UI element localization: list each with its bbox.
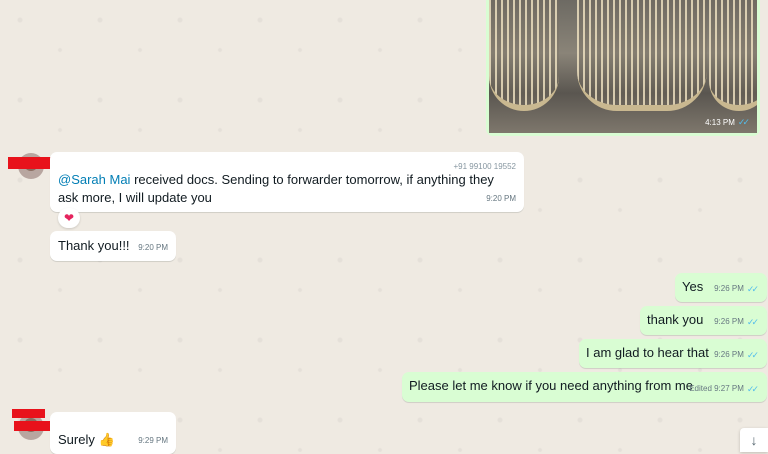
incoming-message[interactable]: +91 99100 19552 @Sarah Mai received docs… (50, 152, 524, 212)
outgoing-message[interactable]: Yes 9:26 PM ✓✓ (675, 273, 767, 302)
message-time: 9:20 PM (486, 194, 516, 203)
outgoing-message[interactable]: I am glad to hear that 9:26 PM ✓✓ (579, 339, 767, 368)
message-meta: 4:13 PM ✓✓ (705, 117, 750, 128)
message-time: 9:26 PM (714, 284, 744, 293)
outgoing-message[interactable]: thank you 9:26 PM ✓✓ (640, 306, 767, 335)
redaction-mark (12, 409, 45, 418)
image-message[interactable]: 4:13 PM ✓✓ (486, 0, 760, 136)
read-ticks-icon: ✓✓ (746, 350, 759, 360)
read-ticks-icon: ✓✓ (746, 384, 759, 394)
message-text: @Sarah Mai received docs. Sending to for… (58, 171, 514, 207)
message-meta: 9:20 PM (486, 190, 516, 208)
outgoing-message[interactable]: Please let me know if you need anything … (402, 372, 767, 402)
photo[interactable] (489, 0, 757, 133)
read-ticks-icon: ✓✓ (737, 117, 750, 127)
message-time: 9:29 PM (138, 436, 168, 445)
message-meta: Edited 9:27 PM ✓✓ (689, 380, 759, 398)
incoming-message[interactable]: Thank you!!! 9:20 PM (50, 231, 176, 261)
message-meta: 9:26 PM ✓✓ (714, 280, 759, 298)
photo-detail (577, 0, 707, 111)
scroll-down-button[interactable]: ↓ (740, 428, 768, 452)
message-meta: 9:29 PM (138, 432, 168, 450)
message-body: I am glad to hear that (586, 345, 709, 360)
message-time: 4:13 PM (705, 118, 735, 127)
photo-detail (709, 0, 757, 111)
message-time: 9:26 PM (714, 317, 744, 326)
message-time: 9:20 PM (138, 243, 168, 252)
message-meta: 9:26 PM ✓✓ (714, 346, 759, 364)
photo-detail (489, 0, 559, 111)
message-time: 9:26 PM (714, 350, 744, 359)
read-ticks-icon: ✓✓ (746, 317, 759, 327)
message-body: Please let me know if you need anything … (409, 378, 693, 393)
message-time: Edited 9:27 PM (689, 384, 744, 393)
message-body: Yes (682, 279, 704, 294)
message-body: Surely 👍 (58, 432, 115, 447)
read-ticks-icon: ✓✓ (746, 284, 759, 294)
incoming-message[interactable]: Surely 👍 9:29 PM (50, 412, 176, 454)
heart-reaction-icon[interactable]: ❤ (58, 208, 80, 228)
mention-link[interactable]: @Sarah Mai (58, 172, 130, 187)
message-body: Thank you!!! (58, 238, 130, 253)
arrow-down-icon: ↓ (750, 432, 758, 448)
message-body: thank you (647, 312, 704, 327)
message-meta: 9:20 PM (138, 239, 168, 257)
message-meta: 9:26 PM ✓✓ (714, 313, 759, 331)
